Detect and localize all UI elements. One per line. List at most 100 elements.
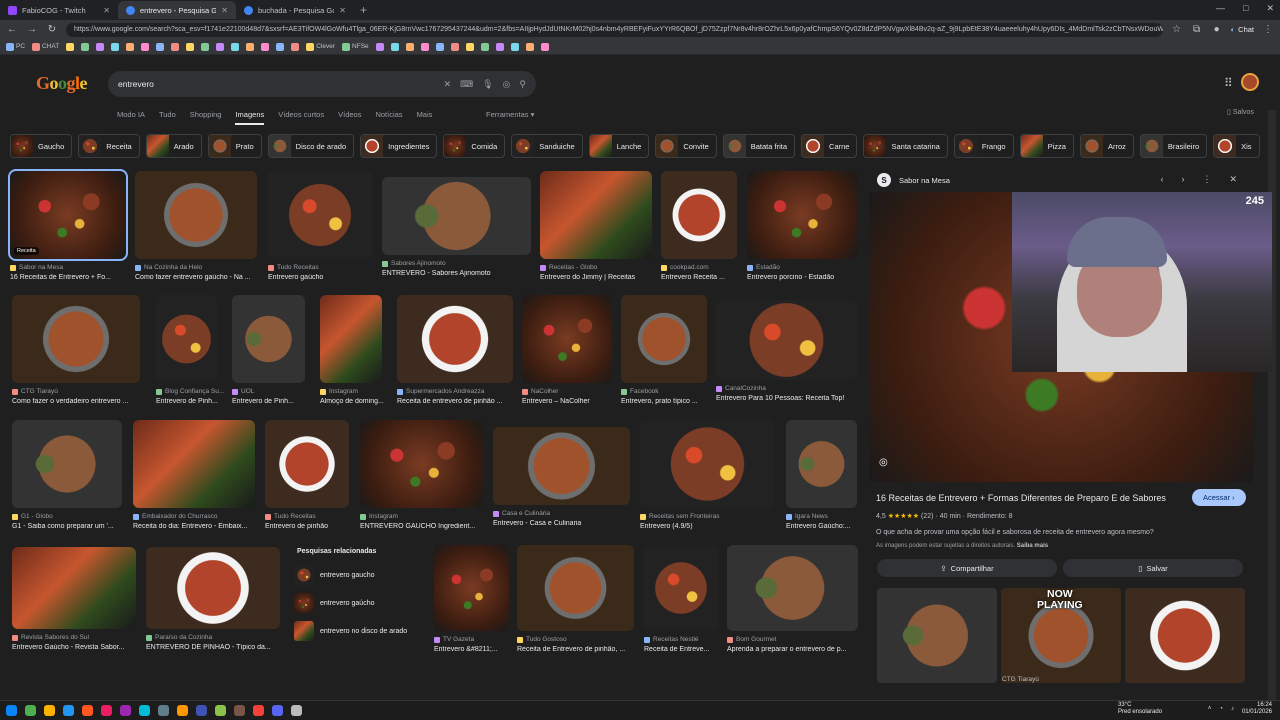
bookmark-item[interactable] (96, 42, 105, 51)
minimize-button[interactable]: — (1216, 3, 1225, 14)
close-window-button[interactable]: ✕ (1266, 3, 1274, 14)
bookmark-item[interactable] (495, 42, 504, 51)
tab-v-deos[interactable]: Vídeos (338, 110, 361, 125)
close-icon[interactable]: ✕ (221, 6, 228, 15)
bookmark-item[interactable] (465, 42, 474, 51)
chip-xis[interactable]: Xis (1213, 134, 1260, 158)
bookmark-item[interactable]: PC (6, 42, 25, 51)
chip-brasileiro[interactable]: Brasileiro (1139, 134, 1208, 158)
taskbar-app-icon[interactable] (44, 705, 55, 716)
google-logo[interactable]: Google (36, 73, 88, 94)
bookmark-item[interactable] (540, 42, 549, 51)
tools-dropdown[interactable]: Ferramentas ▾ (486, 110, 534, 119)
chip-gaucho[interactable]: Gaucho (10, 134, 73, 158)
result-image[interactable] (12, 420, 122, 508)
taskbar-app-icon[interactable] (272, 705, 283, 716)
keyboard-icon[interactable]: ⌨ (460, 79, 473, 90)
result-image[interactable] (268, 171, 372, 259)
result-image[interactable] (265, 420, 349, 508)
bookmark-item[interactable] (156, 42, 165, 51)
result-image[interactable] (786, 420, 857, 508)
tab-tudo[interactable]: Tudo (159, 110, 176, 125)
volume-icon[interactable]: ♪ (1231, 706, 1234, 712)
lens-icon[interactable]: ◎ (879, 457, 888, 468)
share-button[interactable]: ⇪ Compartilhar (877, 559, 1057, 577)
chat-button[interactable]: ◐ Chat (1231, 25, 1254, 34)
bookmark-item[interactable]: Clever (306, 42, 335, 51)
bookmark-item[interactable] (246, 42, 255, 51)
result-caption[interactable]: Instagram ENTREVERO GAÚCHO Ingredient... (360, 513, 483, 530)
result-caption[interactable]: Receitas sem Fronteiras Entrevero (4.9/5) (640, 513, 775, 530)
bookmark-item[interactable] (525, 42, 534, 51)
result-image[interactable] (621, 295, 707, 383)
related-image[interactable] (877, 588, 997, 683)
bookmark-item[interactable]: CHAT (32, 42, 59, 51)
bookmark-item[interactable] (186, 42, 195, 51)
apps-icon[interactable]: ⠿ (1224, 76, 1233, 90)
result-image[interactable] (517, 545, 634, 631)
search-box[interactable]: entrevero ✕ ⌨ 🎙 ◎ ⚲ (108, 71, 536, 97)
access-button[interactable]: Acessar › (1192, 489, 1246, 506)
clock[interactable]: 16:24 01/01/2026 (1242, 702, 1272, 716)
bookmark-item[interactable] (231, 42, 240, 51)
result-image[interactable] (522, 295, 612, 383)
bookmark-item[interactable] (171, 42, 180, 51)
result-caption[interactable]: Na Cozinha da Helo Como fazer entrevero g… (135, 264, 257, 281)
taskbar-app-icon[interactable] (120, 705, 131, 716)
learn-more-link[interactable]: Saiba mais (1017, 543, 1048, 549)
taskbar-app-icon[interactable] (63, 705, 74, 716)
chip-pizza[interactable]: Pizza (1019, 134, 1074, 158)
result-caption[interactable]: cookpad.com Entrevero Receita ... (661, 264, 737, 281)
result-caption[interactable]: Tudo Receitas Entrevero de pinhão (265, 513, 349, 530)
chip-arado[interactable]: Arado (145, 134, 202, 158)
bookmark-item[interactable] (291, 42, 300, 51)
taskbar-app-icon[interactable] (253, 705, 264, 716)
bookmark-item[interactable] (276, 42, 285, 51)
result-caption[interactable]: Tudo Gostoso Receita de Entrevero de pinh… (517, 636, 634, 653)
result-caption[interactable]: Supermercados Andreazza Receita de entrev… (397, 388, 513, 405)
bookmark-item[interactable] (261, 42, 270, 51)
bookmark-item[interactable] (66, 42, 75, 51)
result-caption[interactable]: Estadão Entrevero porcino - Estadão (747, 264, 857, 281)
taskbar-app-icon[interactable] (82, 705, 93, 716)
result-caption[interactable]: CanalCozinha Entrevero Para 10 Pessoas: R… (716, 385, 857, 402)
result-caption[interactable]: Tudo Receitas Entrevero gaúcho (268, 264, 372, 281)
result-image[interactable] (716, 300, 857, 380)
chip-carne[interactable]: Carne (801, 134, 858, 158)
tab-imagens[interactable]: Imagens (235, 110, 265, 125)
avatar[interactable] (1241, 73, 1259, 91)
related-item[interactable]: entrevero no disco de arado (294, 621, 425, 641)
taskbar-app-icon[interactable] (158, 705, 169, 716)
result-image[interactable] (320, 295, 382, 383)
new-tab-button[interactable]: + (354, 3, 373, 17)
taskbar-app-icon[interactable] (101, 705, 112, 716)
result-image[interactable] (146, 547, 280, 629)
taskbar-app-icon[interactable] (196, 705, 207, 716)
result-image[interactable] (360, 420, 483, 508)
url-field[interactable]: https://www.google.com/search?sca_esv=f1… (66, 22, 1163, 37)
extensions-icon[interactable]: ⧉ (1191, 24, 1203, 35)
result-caption[interactable]: TV Gazeta Entrevero &#8211;... (434, 636, 509, 653)
profile-icon[interactable]: ● (1211, 24, 1223, 35)
tab-v-deos-curtos[interactable]: Vídeos curtos (278, 110, 324, 125)
chip-receita[interactable]: Receita (78, 134, 140, 158)
close-icon[interactable]: ✕ (103, 6, 110, 15)
bookmark-item[interactable] (390, 42, 399, 51)
result-caption[interactable]: Paraíso da Cozinha ENTREVERO DE PINHÃO - … (146, 634, 280, 651)
menu-icon[interactable]: ⋮ (1262, 24, 1274, 35)
bookmark-star-icon[interactable]: ☆ (1171, 24, 1183, 35)
tab-buchada[interactable]: buchada - Pesquisa Google ✕ (236, 1, 354, 19)
result-caption[interactable]: NaColher Entrevero – NaColher (522, 388, 612, 405)
search-icon[interactable]: ⚲ (519, 79, 526, 90)
result-caption[interactable]: Facebook Entrevero, prato típico ... (621, 388, 707, 405)
chip-santa-catarina[interactable]: Santa catarina (863, 134, 948, 158)
result-image[interactable] (12, 547, 136, 629)
bookmark-item[interactable] (375, 42, 384, 51)
result-image[interactable] (644, 545, 718, 631)
related-item[interactable]: entrevero gaucho (294, 565, 425, 585)
result-image[interactable] (661, 171, 737, 259)
clear-icon[interactable]: ✕ (444, 79, 452, 90)
saved-button[interactable]: ▯ Salvos (1227, 108, 1254, 116)
save-button[interactable]: ▯ Salvar (1063, 559, 1243, 577)
result-caption[interactable]: CTG Tiarayú Como fazer o verdadeiro entre… (12, 388, 140, 405)
